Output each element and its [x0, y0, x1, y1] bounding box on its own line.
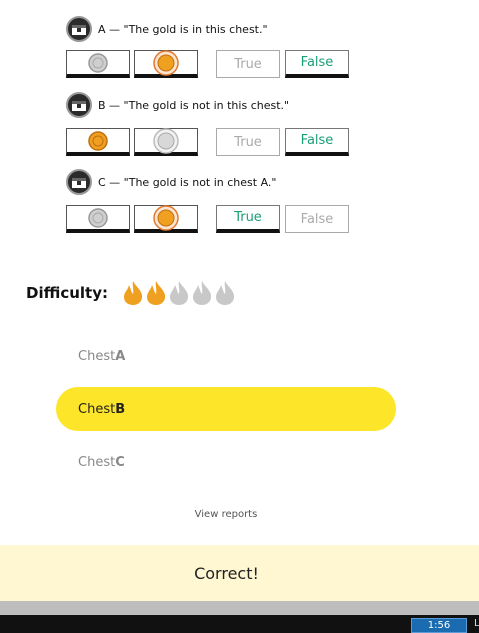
scrollbar-strip	[0, 601, 479, 615]
true-button[interactable]: True	[216, 128, 280, 156]
statement-b: B — "The gold is not in this chest."	[66, 92, 289, 118]
flame-icon-active	[123, 281, 143, 305]
answer-chest-c[interactable]: Chest C	[56, 440, 396, 484]
statement-c-controls: True False	[66, 204, 356, 237]
true-button[interactable]: True	[216, 205, 280, 233]
answer-letter: B	[115, 401, 126, 417]
gold-coin-button[interactable]	[66, 128, 130, 156]
gold-coin-button[interactable]	[134, 204, 198, 233]
statement-a: A — "The gold is in this chest."	[66, 16, 268, 42]
taskbar-clock[interactable]: 1:56	[411, 618, 467, 633]
answer-chest-a[interactable]: Chest A	[56, 334, 396, 378]
flame-icon-inactive	[192, 281, 212, 305]
false-button[interactable]: False	[285, 205, 349, 233]
true-button[interactable]: True	[216, 50, 280, 78]
puzzle-page: A — "The gold is in this chest." True Fa…	[0, 0, 479, 633]
statement-text: A — "The gold is in this chest."	[98, 22, 268, 36]
answer-letter: C	[115, 454, 125, 470]
statement-a-controls: True False	[66, 49, 356, 82]
gold-coin-button[interactable]	[134, 49, 198, 78]
difficulty-flames	[122, 280, 238, 306]
statement-b-controls: True False	[66, 127, 356, 160]
answer-prefix: Chest	[78, 348, 116, 364]
chest-icon	[66, 169, 92, 195]
flame-icon-inactive	[215, 281, 235, 305]
flame-icon-inactive	[169, 281, 189, 305]
result-bar: Correct!	[0, 545, 479, 601]
result-text: Correct!	[194, 563, 259, 583]
silver-coin-button[interactable]	[66, 205, 130, 233]
flame-rating	[123, 281, 235, 305]
statement-text: B — "The gold is not in this chest."	[98, 98, 290, 112]
silver-coin-button[interactable]	[66, 50, 130, 78]
chest-icon	[66, 92, 92, 118]
difficulty: Difficulty:	[26, 280, 238, 306]
answer-prefix: Chest	[78, 401, 116, 417]
false-button[interactable]: False	[285, 50, 349, 78]
taskbar-edge-text: L	[474, 618, 479, 629]
flame-icon-active	[146, 281, 166, 305]
chest-icon	[66, 16, 92, 42]
answer-prefix: Chest	[78, 454, 116, 470]
answer-letter: A	[115, 348, 126, 364]
difficulty-label: Difficulty:	[26, 284, 108, 302]
view-reports-link[interactable]: View reports	[0, 509, 452, 520]
answer-chest-b[interactable]: Chest B	[56, 387, 396, 431]
taskbar: 1:56 L	[0, 615, 479, 633]
false-button[interactable]: False	[285, 128, 349, 156]
silver-coin-button[interactable]	[134, 127, 198, 156]
statement-text: C — "The gold is not in chest A."	[98, 175, 277, 189]
statement-c: C — "The gold is not in chest A."	[66, 169, 276, 195]
